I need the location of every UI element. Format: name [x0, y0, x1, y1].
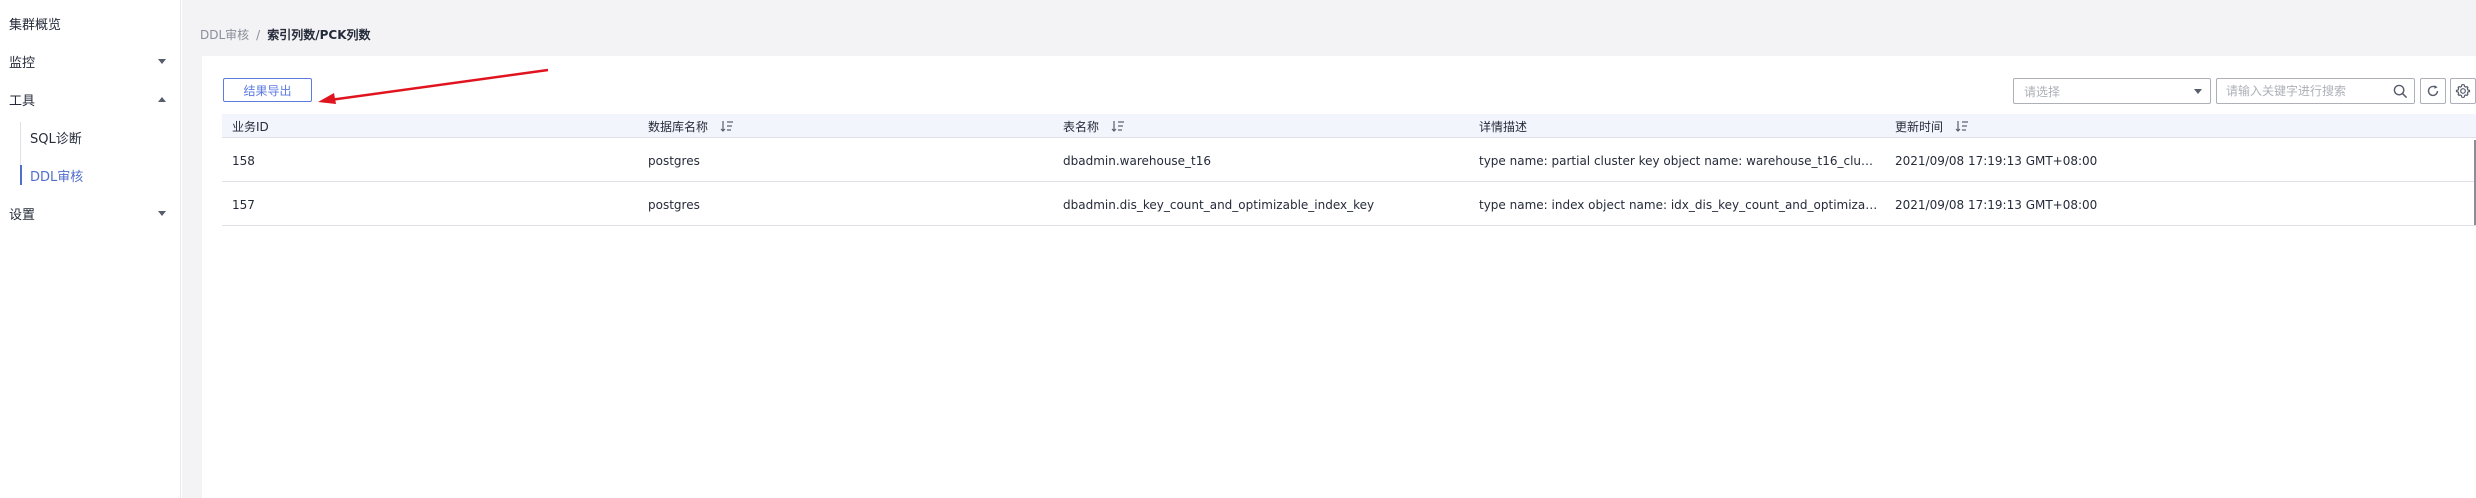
chevron-down-icon [158, 209, 166, 217]
column-header-id: 业务ID [232, 114, 269, 138]
cell-detail-text: type name: partial cluster key object na… [1479, 153, 1879, 168]
column-header-label: 表名称 [1063, 119, 1100, 134]
cell-detail-text: type name: index object name: idx_dis_ke… [1479, 197, 1879, 212]
chevron-down-icon [2194, 89, 2202, 94]
sidebar-item-label: DDL审核 [30, 169, 84, 185]
breadcrumb-separator: / [256, 27, 261, 42]
column-header-label: 更新时间 [1895, 119, 1944, 134]
column-header-update-time: 更新时间 [1895, 114, 1969, 138]
sidebar-item-sql-diagnosis[interactable]: SQL诊断 [20, 125, 180, 149]
table-header: 业务ID 数据库名称 表名称 详情描述 更新时间 [222, 114, 2476, 138]
table-settings-button[interactable] [2450, 78, 2476, 104]
refresh-icon [2427, 85, 2439, 97]
cell-id: 157 [232, 197, 255, 212]
cell-database: postgres [648, 197, 700, 212]
column-header-label: 详情描述 [1479, 119, 1528, 134]
refresh-button[interactable] [2420, 78, 2446, 104]
select-placeholder: 请选择 [2024, 84, 2061, 99]
column-header-table: 表名称 [1063, 114, 1125, 138]
sidebar-item-cluster-overview[interactable]: 集群概览 [0, 8, 180, 38]
sidebar-item-label: 设置 [9, 207, 36, 223]
column-header-label: 业务ID [232, 119, 269, 134]
sidebar-item-label: SQL诊断 [30, 131, 82, 147]
cell-detail: type name: partial cluster key object na… [1479, 139, 1879, 182]
sidebar-item-ddl-audit[interactable]: DDL审核 [20, 163, 180, 187]
table-row[interactable]: 157 postgres dbadmin.dis_key_count_and_o… [222, 183, 2476, 226]
sidebar-item-label: 监控 [9, 55, 36, 71]
gear-icon [2455, 83, 2471, 99]
cell-database: postgres [648, 153, 700, 168]
sidebar-item-label: 集群概览 [9, 17, 62, 33]
cell-table: dbadmin.dis_key_count_and_optimizable_in… [1063, 197, 1375, 212]
sidebar-item-tools[interactable]: 工具 [0, 84, 180, 114]
cell-id: 158 [232, 153, 255, 168]
sort-icon[interactable] [720, 120, 734, 132]
cell-update-time: 2021/09/08 17:19:13 GMT+08:00 [1895, 153, 2098, 168]
chevron-up-icon [158, 95, 166, 103]
filter-select[interactable]: 请选择 [2013, 78, 2211, 104]
search-input[interactable] [2218, 80, 2388, 102]
sidebar-item-settings[interactable]: 设置 [0, 198, 180, 228]
search-field [2216, 78, 2415, 104]
breadcrumb-parent-link[interactable]: DDL审核 [200, 26, 249, 43]
chevron-down-icon [158, 57, 166, 65]
table-row[interactable]: 158 postgres dbadmin.warehouse_t16 type … [222, 139, 2476, 182]
sidebar-item-label: 工具 [9, 93, 36, 109]
annotation-arrow [318, 68, 549, 104]
main-area: DDL审核 / 索引列数/PCK列数 结果导出 请选择 请输入关键字进行搜索 业… [182, 0, 2476, 498]
content-card: 结果导出 请选择 请输入关键字进行搜索 业务ID 数据库名称 表名称 详情描述 … [202, 56, 2476, 498]
sidebar-item-monitoring[interactable]: 监控 [0, 46, 180, 76]
sidebar: 集群概览 监控 工具 SQL诊断 DDL审核 设置 [0, 0, 181, 498]
sort-icon[interactable] [1955, 120, 1969, 132]
breadcrumb-current: 索引列数/PCK列数 [267, 28, 371, 42]
cell-detail: type name: index object name: idx_dis_ke… [1479, 183, 1879, 226]
sort-icon[interactable] [1111, 120, 1125, 132]
cell-table: dbadmin.warehouse_t16 [1063, 153, 1212, 168]
column-header-label: 数据库名称 [648, 119, 709, 134]
search-icon[interactable] [2393, 84, 2408, 99]
column-header-database: 数据库名称 [648, 114, 734, 138]
cell-update-time: 2021/09/08 17:19:13 GMT+08:00 [1895, 197, 2098, 212]
breadcrumb: DDL审核 / 索引列数/PCK列数 [200, 26, 371, 43]
column-header-detail: 详情描述 [1479, 114, 1527, 138]
export-results-button[interactable]: 结果导出 [223, 78, 312, 102]
